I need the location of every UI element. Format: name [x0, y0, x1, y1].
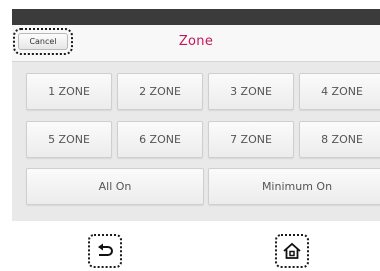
zone-4-button[interactable]: 4 ZONE	[299, 73, 380, 110]
zone-screen: Cancel Zone 1 ZONE 2 ZONE 3 ZONE 4 ZONE …	[12, 25, 380, 221]
zone-3-button[interactable]: 3 ZONE	[208, 73, 294, 110]
zone-1-button[interactable]: 1 ZONE	[26, 73, 112, 110]
back-arrow-icon	[98, 243, 113, 256]
header-bar: Cancel Zone	[12, 25, 380, 62]
back-button[interactable]	[88, 234, 122, 268]
top-bar	[12, 9, 380, 25]
minimum-on-button[interactable]: Minimum On	[208, 168, 380, 205]
home-icon	[283, 242, 301, 259]
zone-6-button[interactable]: 6 ZONE	[117, 121, 203, 158]
zone-2-button[interactable]: 2 ZONE	[117, 73, 203, 110]
home-button[interactable]	[275, 234, 309, 268]
page-title: Zone	[178, 34, 214, 49]
zone-7-button[interactable]: 7 ZONE	[208, 121, 294, 158]
all-on-button[interactable]: All On	[26, 168, 204, 205]
zone-8-button[interactable]: 8 ZONE	[299, 121, 380, 158]
zone-5-button[interactable]: 5 ZONE	[26, 121, 112, 158]
